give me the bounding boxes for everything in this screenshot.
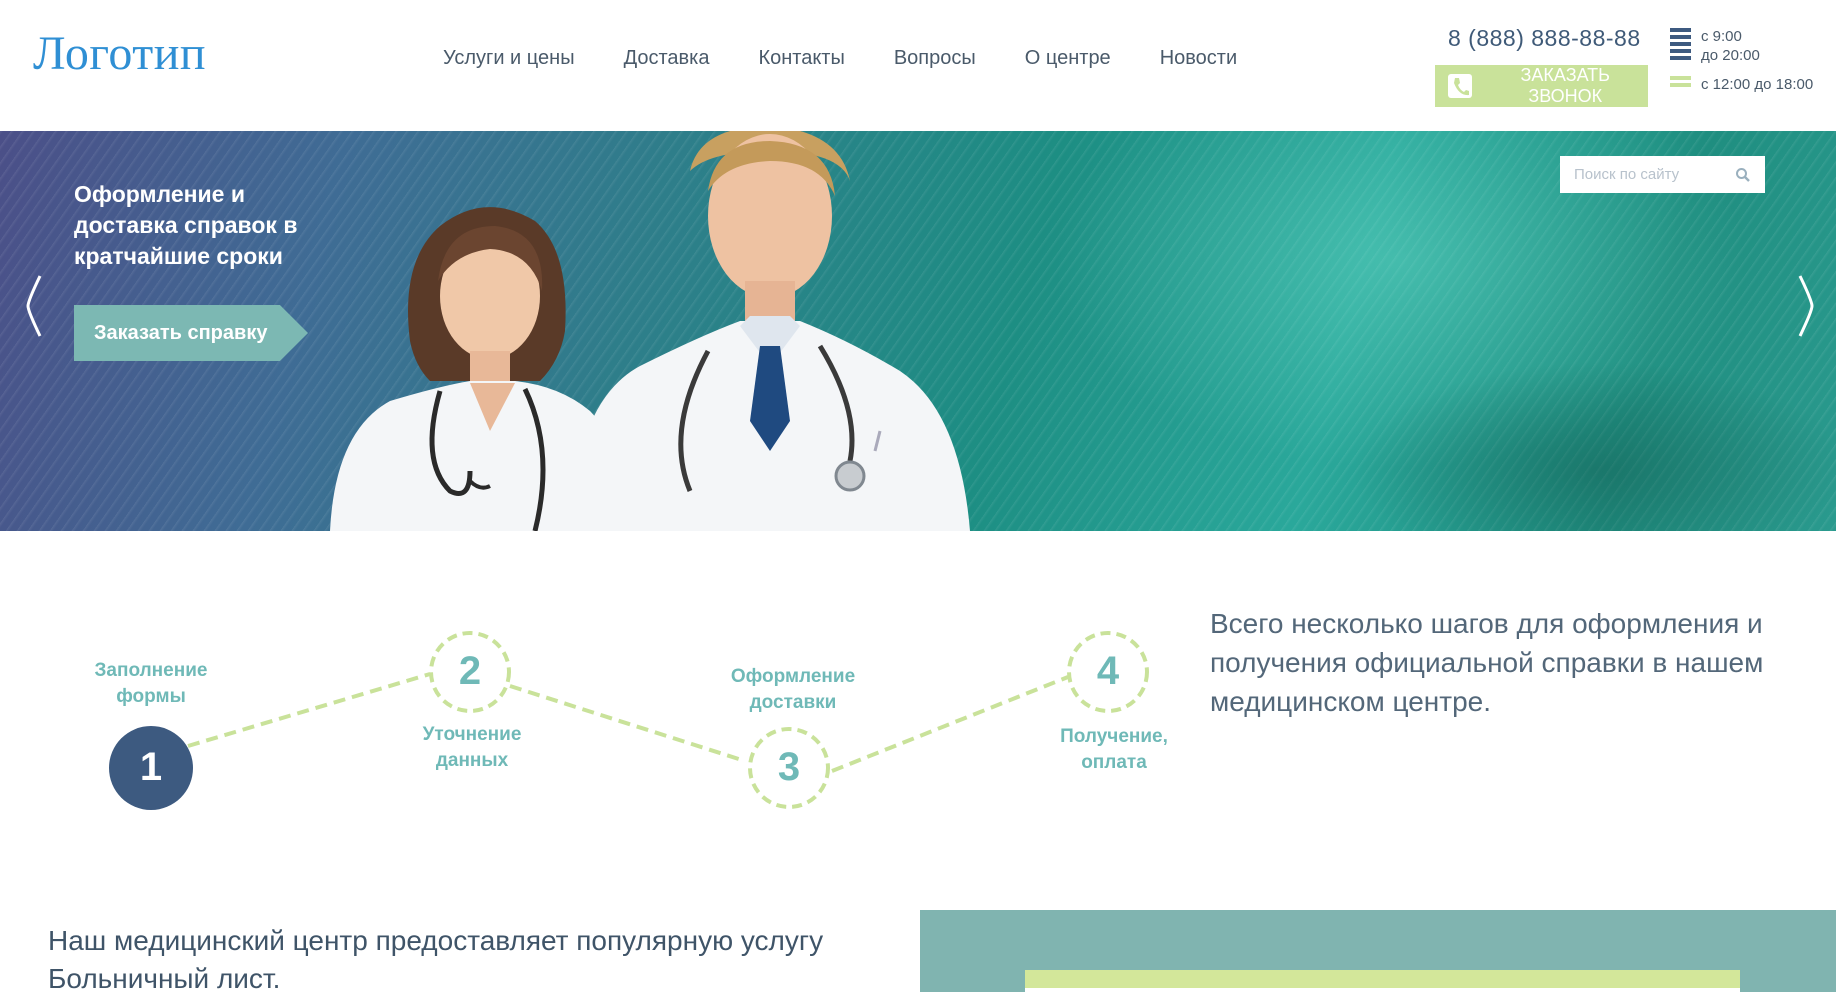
step-label-3: Оформление доставки: [730, 666, 856, 713]
nav-about[interactable]: О центре: [1025, 47, 1111, 70]
nav-delivery[interactable]: Доставка: [624, 47, 710, 70]
step-number-3: 3: [777, 745, 801, 789]
service-panel-body: [1025, 988, 1740, 992]
nav-contacts[interactable]: Контакты: [758, 47, 844, 70]
site-header: Логотип Услуги и цены Доставка Контакты …: [0, 0, 1836, 131]
header-phone[interactable]: 8 (888) 888-88-88: [1448, 25, 1641, 52]
nav-news[interactable]: Новости: [1160, 47, 1237, 70]
nav-services-prices[interactable]: Услуги и цены: [443, 47, 575, 70]
weekday-to: до 20:00: [1701, 47, 1760, 64]
steps-diagram: 1 2 3 4 Заполнение формы Уточнение данны…: [0, 531, 1200, 851]
order-certificate-button[interactable]: Заказать справку: [74, 305, 308, 361]
doctors-image: [330, 131, 970, 531]
callback-label: ЗАКАЗАТЬ ЗВОНОК: [1520, 65, 1610, 106]
search-input[interactable]: [1560, 157, 1725, 192]
steps-description: Всего несколько шагов для оформления и п…: [1210, 608, 1764, 717]
weekend-hours: с 12:00 до 18:00: [1701, 76, 1814, 93]
step-label-1: Заполнение формы: [94, 660, 208, 707]
site-logo[interactable]: Логотип: [33, 26, 206, 81]
step-number-1: 1: [139, 745, 163, 789]
search-icon[interactable]: [1725, 156, 1761, 193]
nav-questions[interactable]: Вопросы: [894, 47, 976, 70]
hero-banner: Оформление и доставка справок в кратчайш…: [0, 131, 1836, 531]
weekday-from: с 9:00: [1701, 28, 1742, 45]
callback-button[interactable]: ЗАКАЗАТЬ ЗВОНОК: [1435, 65, 1648, 107]
weekend-schedule-icon: [1670, 75, 1691, 87]
weekday-schedule-icon: [1670, 27, 1691, 60]
step-number-4: 4: [1096, 649, 1120, 693]
working-hours: с 9:00 до 20:00 с 12:00 до 18:00: [1670, 27, 1813, 94]
site-search: [1560, 156, 1765, 193]
hero-title: Оформление и доставка справок в кратчайш…: [74, 181, 298, 269]
service-intro: Наш медицинский центр предоставляет попу…: [48, 925, 824, 992]
phone-icon: [1445, 72, 1475, 100]
step-label-2: Уточнение данных: [422, 724, 522, 771]
main-nav: Услуги и цены Доставка Контакты Вопросы …: [443, 47, 1286, 70]
slider-prev-button[interactable]: [20, 271, 50, 341]
step-label-4: Получение, оплата: [1060, 726, 1168, 773]
chevron-right-icon: [1798, 275, 1814, 337]
chevron-left-icon: [26, 275, 42, 337]
step-number-2: 2: [458, 649, 482, 693]
slider-next-button[interactable]: [1790, 271, 1820, 341]
